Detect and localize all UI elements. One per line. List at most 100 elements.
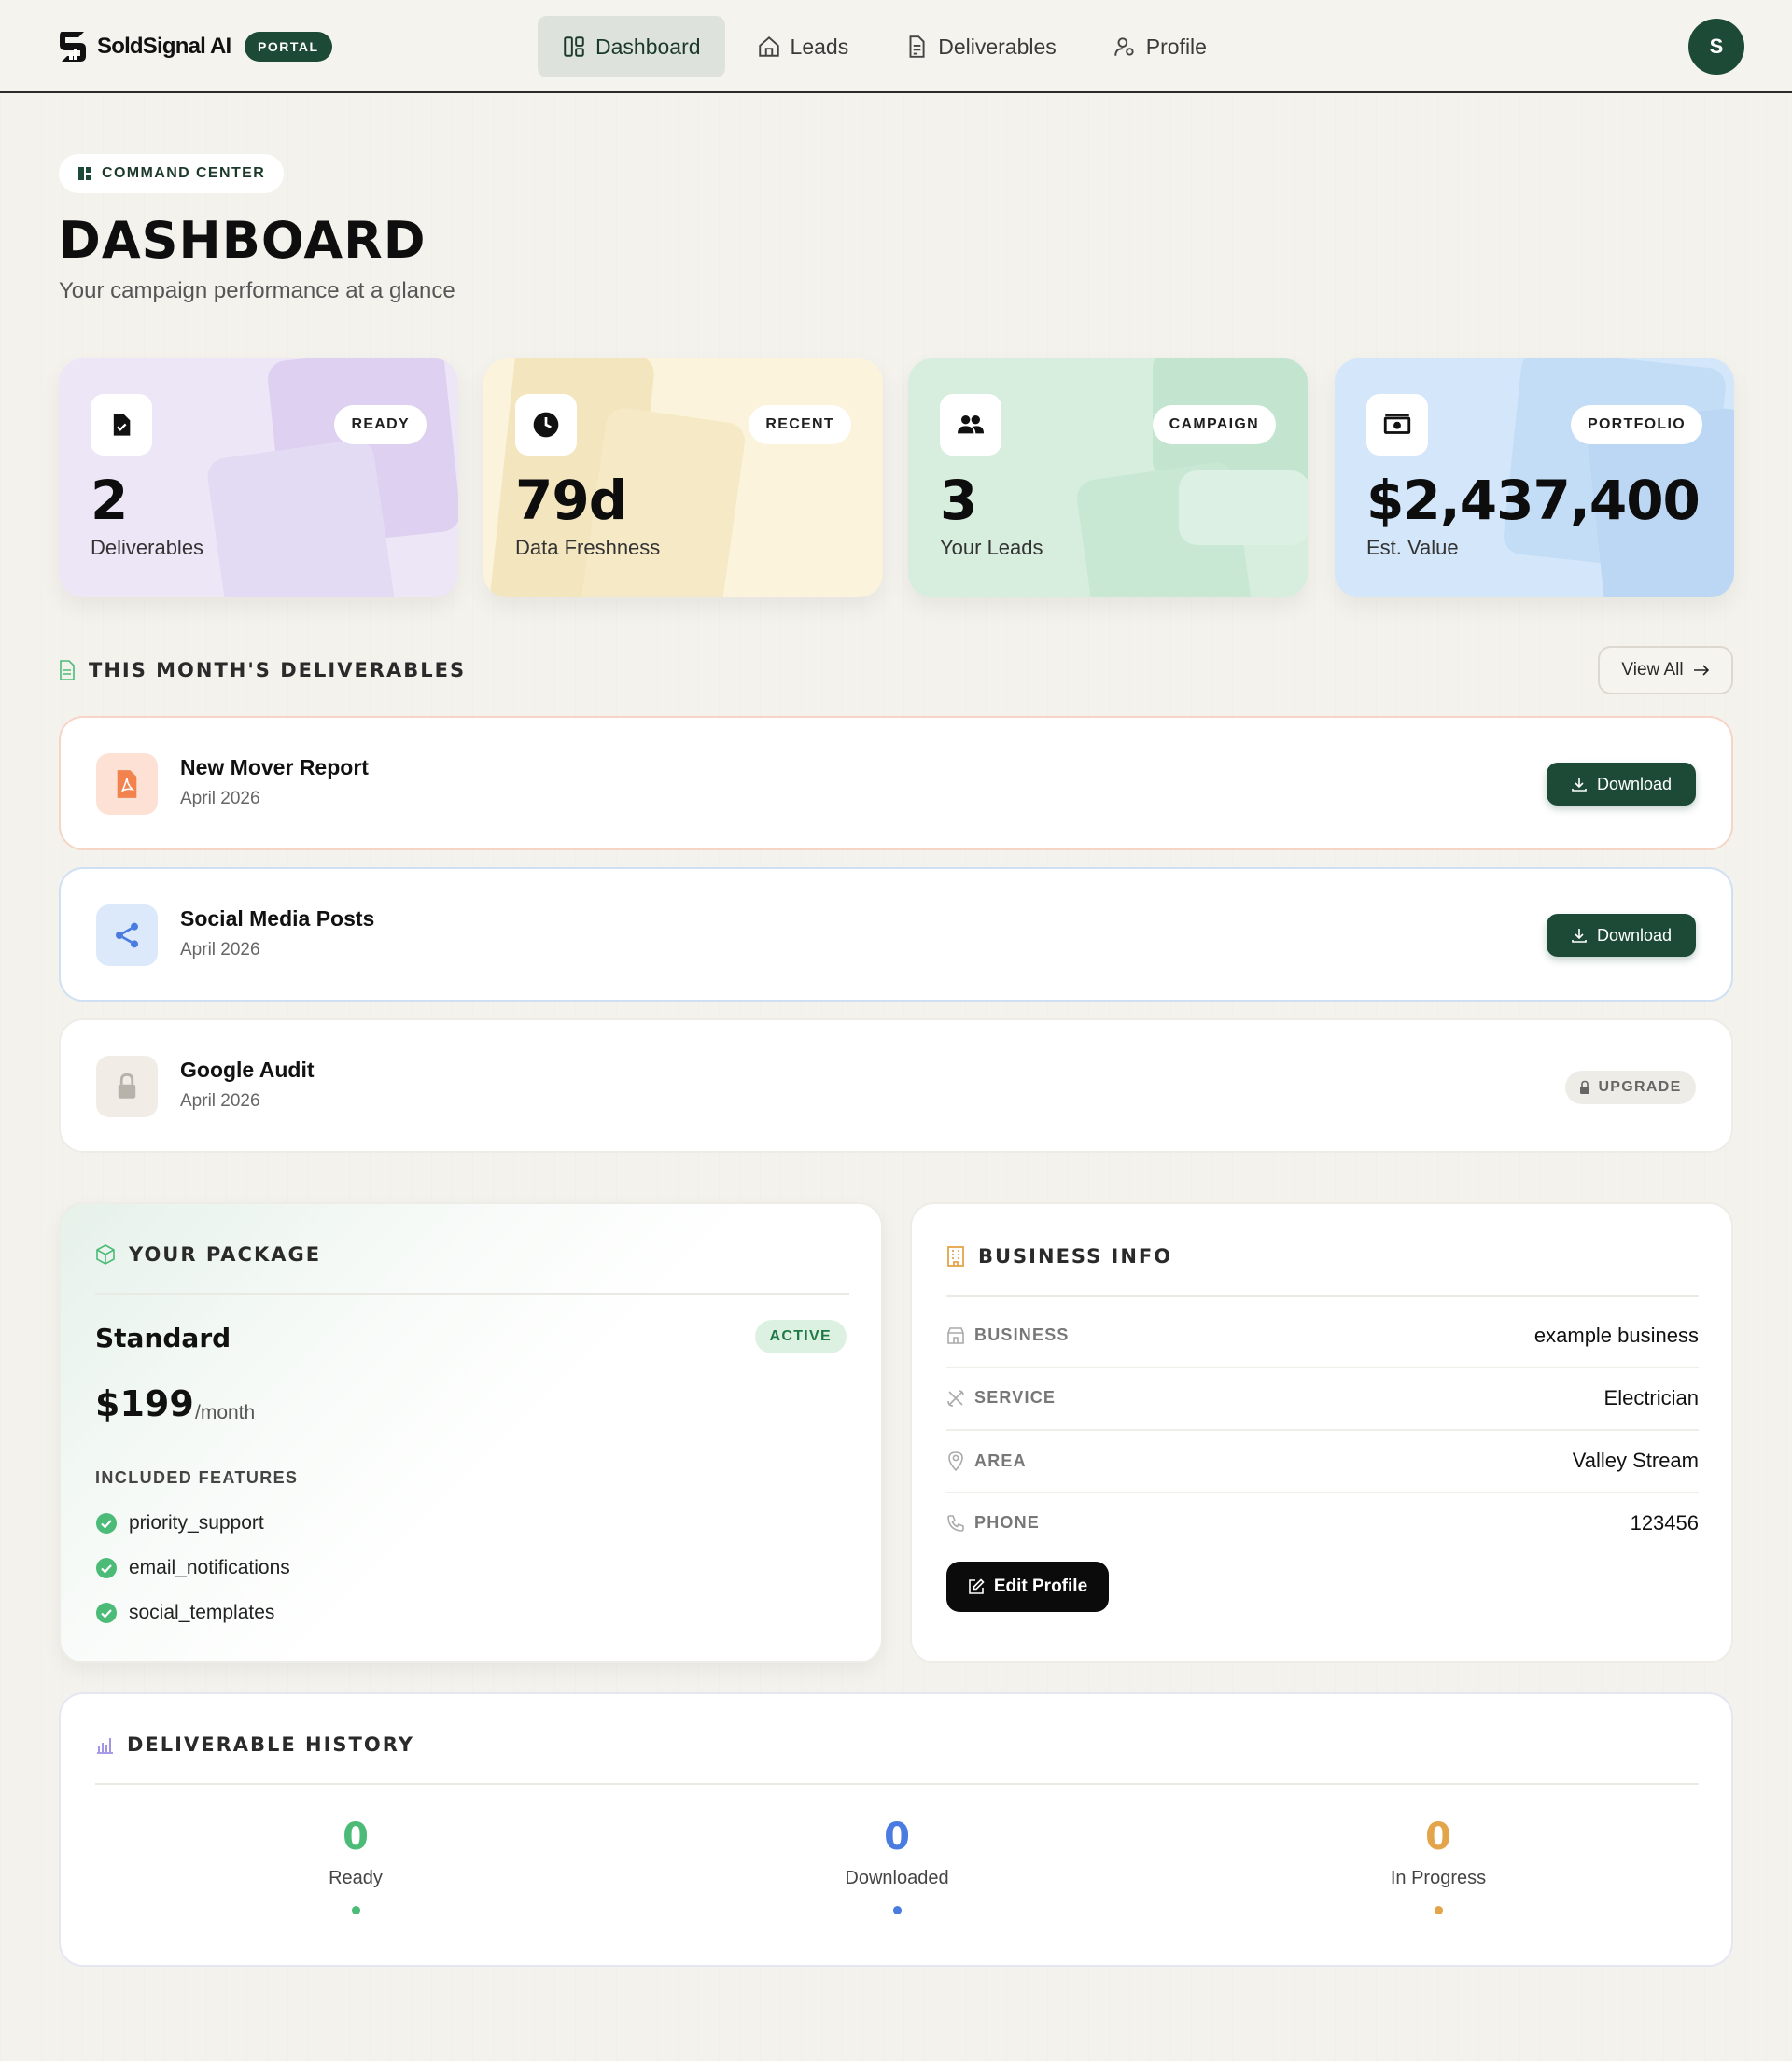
deliverable-icon-box <box>96 1056 158 1117</box>
deliverable-name: Google Audit <box>180 1058 315 1082</box>
check-circle-icon <box>96 1603 117 1623</box>
users-icon <box>958 415 984 434</box>
business-name-value: example business <box>1533 1324 1699 1347</box>
stat-card-est-value[interactable]: PORTFOLIO $2,437,400 Est. Value <box>1335 358 1734 597</box>
tools-icon <box>947 1389 964 1407</box>
deliverable-icon-box <box>96 753 158 815</box>
stat-card-your-leads[interactable]: CAMPAIGN 3 Your Leads <box>908 358 1308 597</box>
view-all-button[interactable]: View All <box>1598 646 1733 694</box>
deliverable-date: April 2026 <box>180 789 260 808</box>
business-row-label: AREA <box>946 1451 1027 1471</box>
download-button[interactable]: Download <box>1547 763 1696 806</box>
page-title: DASHBOARD <box>59 211 427 270</box>
phone-value: 123456 <box>1630 1511 1699 1535</box>
edit-profile-label: Edit Profile <box>993 1577 1088 1596</box>
stat-tag: READY <box>334 405 427 444</box>
status-dot <box>1434 1906 1443 1914</box>
history-value: 0 <box>884 1816 910 1858</box>
nav-dashboard[interactable]: Dashboard <box>538 16 725 77</box>
nav-dashboard-label: Dashboard <box>595 34 701 59</box>
lock-icon <box>1580 1080 1590 1094</box>
brand-logo[interactable]: SoldSignal AI <box>52 26 231 67</box>
deliverable-row[interactable]: New Mover Report April 2026 Download <box>59 716 1733 850</box>
stat-value: 3 <box>940 469 977 532</box>
history-label: Ready <box>329 1868 383 1888</box>
business-row: PHONE 123456 <box>946 1494 1699 1556</box>
deliverables-section-heading: THIS MONTH'S DELIVERABLES <box>59 659 466 681</box>
layout-icon <box>564 36 584 57</box>
edit-profile-button[interactable]: Edit Profile <box>946 1562 1109 1612</box>
history-label: Downloaded <box>845 1868 949 1888</box>
package-name: Standard <box>95 1323 231 1353</box>
download-label: Download <box>1596 774 1673 793</box>
nav-profile[interactable]: Profile <box>1088 16 1231 77</box>
download-label: Download <box>1596 925 1673 945</box>
business-row-label: SERVICE <box>946 1388 1056 1408</box>
status-dot <box>351 1906 360 1914</box>
deliverable-name: Social Media Posts <box>180 906 375 931</box>
nav-deliverables[interactable]: Deliverables <box>880 16 1081 77</box>
building-icon <box>947 1246 964 1267</box>
user-avatar[interactable]: S <box>1688 19 1744 75</box>
lock-icon <box>118 1073 136 1099</box>
stat-label: Data Freshness <box>515 536 661 559</box>
feature-label: email_notifications <box>129 1557 290 1578</box>
user-gear-icon <box>1114 37 1134 56</box>
home-icon <box>758 35 779 57</box>
stat-label: Your Leads <box>940 536 1043 559</box>
cash-icon <box>1383 414 1411 434</box>
deliverable-date: April 2026 <box>180 940 260 960</box>
deliverable-icon-box <box>96 904 158 966</box>
nav-leads[interactable]: Leads <box>733 16 874 77</box>
status-badge: ACTIVE <box>754 1320 847 1353</box>
deliverables-heading-label: THIS MONTH'S DELIVERABLES <box>89 659 467 681</box>
command-center-label: COMMAND CENTER <box>102 165 266 181</box>
stat-card-data-freshness[interactable]: RECENT 79d Data Freshness <box>483 358 883 597</box>
status-dot <box>892 1906 902 1914</box>
upgrade-badge[interactable]: UPGRADE <box>1565 1071 1696 1104</box>
phone-icon <box>947 1514 964 1532</box>
label-text: SERVICE <box>974 1388 1057 1407</box>
stat-value: 79d <box>515 469 627 532</box>
download-button[interactable]: Download <box>1547 914 1696 957</box>
package-heading: YOUR PACKAGE <box>95 1243 321 1266</box>
label-text: PHONE <box>974 1513 1041 1532</box>
package-price: $199 <box>95 1383 194 1424</box>
stat-card-deliverables[interactable]: READY 2 Deliverables <box>59 358 458 597</box>
view-all-label: View All <box>1621 660 1684 680</box>
stat-value: 2 <box>91 469 128 532</box>
feature-item: email_notifications <box>95 1557 290 1579</box>
deliverable-row[interactable]: Social Media Posts April 2026 Download <box>59 867 1733 1002</box>
feature-label: social_templates <box>129 1602 275 1623</box>
bar-chart-icon <box>97 1738 113 1754</box>
divider <box>95 1783 1699 1785</box>
features-heading: INCLUDED FEATURES <box>95 1468 299 1487</box>
logo-mark-icon <box>60 32 86 62</box>
feature-label: priority_support <box>129 1512 264 1534</box>
label-text: AREA <box>974 1451 1027 1470</box>
stat-icon-box <box>1366 394 1428 456</box>
file-check-icon <box>113 414 131 436</box>
stat-icon-box <box>940 394 1001 456</box>
history-heading: DELIVERABLE HISTORY <box>95 1733 414 1756</box>
feature-item: social_templates <box>95 1602 274 1624</box>
stat-tag: CAMPAIGN <box>1152 405 1276 444</box>
history-stat-in-progress: 0 In Progress <box>1298 1816 1578 1914</box>
label-text: BUSINESS <box>974 1325 1070 1344</box>
nav-deliverables-label: Deliverables <box>938 34 1057 59</box>
feature-item: priority_support <box>95 1512 264 1535</box>
history-label: In Progress <box>1390 1868 1487 1888</box>
deliverable-row[interactable]: Google Audit April 2026 UPGRADE <box>59 1018 1733 1153</box>
deliverable-history-card: DELIVERABLE HISTORY 0 Ready 0 Downloaded… <box>59 1692 1733 1967</box>
nav-profile-label: Profile <box>1145 34 1207 59</box>
grid-icon <box>78 167 91 180</box>
share-icon <box>116 922 138 948</box>
stat-tag: RECENT <box>749 405 851 444</box>
history-heading-label: DELIVERABLE HISTORY <box>127 1733 414 1756</box>
deliverable-date: April 2026 <box>180 1091 260 1111</box>
business-row-label: PHONE <box>946 1513 1040 1533</box>
stat-label: Est. Value <box>1366 536 1459 559</box>
package-heading-label: YOUR PACKAGE <box>129 1243 322 1266</box>
stat-value: $2,437,400 <box>1366 469 1701 532</box>
command-center-pill: COMMAND CENTER <box>59 154 285 193</box>
